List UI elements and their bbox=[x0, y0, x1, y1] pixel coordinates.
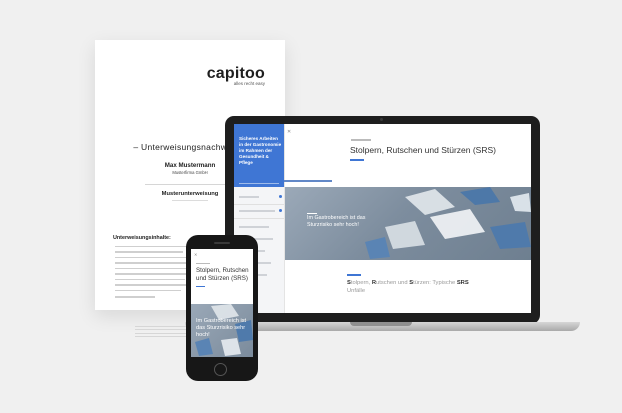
title-accent bbox=[350, 159, 364, 161]
hero-image-broken-plate: Im Gastrobereich ist das Sturzrisiko seh… bbox=[191, 304, 253, 357]
home-button[interactable] bbox=[214, 363, 227, 376]
phone-speaker bbox=[214, 242, 230, 244]
close-icon[interactable]: ✕ bbox=[287, 129, 291, 135]
sidebar-active-indicator bbox=[284, 180, 332, 182]
section-accent bbox=[347, 274, 361, 276]
contents-heading: Unterweisungsinhalte: bbox=[113, 235, 171, 241]
heading-part: türzen: Typische bbox=[413, 280, 457, 286]
hero-image-broken-plate: Im Gastrobereich ist das Sturzrisiko seh… bbox=[285, 187, 531, 260]
breadcrumb bbox=[351, 139, 371, 141]
contents-list bbox=[115, 246, 195, 302]
srs-abbr: SRS bbox=[456, 280, 469, 286]
heading-part: tolpern, bbox=[350, 280, 372, 286]
sidebar-item[interactable] bbox=[239, 210, 275, 212]
breadcrumb bbox=[196, 263, 210, 265]
product-mockup-scene: capitoo alles recht easy – Unterweisungs… bbox=[0, 0, 622, 413]
progress-bar bbox=[239, 183, 279, 184]
webcam bbox=[380, 118, 383, 121]
lesson-title: Stolpern, Rutschen und Stürzen (SRS) bbox=[350, 145, 496, 155]
laptop: Sicheres Arbeiten in der Gastronomie im … bbox=[225, 116, 540, 324]
lesson-title: Stolpern, Rutschen und Stürzen (SRS) bbox=[196, 267, 249, 282]
title-accent bbox=[196, 286, 205, 288]
hero-accent bbox=[307, 213, 317, 214]
phone-screen: ✕ Stolpern, Rutschen und Stürzen (SRS) I… bbox=[191, 249, 253, 357]
laptop-screen: Sicheres Arbeiten in der Gastronomie im … bbox=[234, 124, 531, 313]
heading-part: Unfälle bbox=[347, 287, 366, 294]
smartphone: ✕ Stolpern, Rutschen und Stürzen (SRS) I… bbox=[186, 235, 258, 381]
hero-caption: Im Gastrobereich ist das Sturzrisiko seh… bbox=[307, 215, 366, 229]
capitoo-logo: capitoo alles recht easy bbox=[207, 65, 265, 86]
sidebar-item-status-icon bbox=[279, 209, 282, 212]
sidebar-item-status-icon bbox=[279, 195, 282, 198]
laptop-notch bbox=[350, 322, 412, 326]
section-heading: Stolpern, Rutschen und Stürzen: Typische… bbox=[347, 280, 487, 295]
close-icon[interactable]: ✕ bbox=[194, 252, 197, 257]
sidebar-divider bbox=[234, 218, 284, 219]
sidebar-divider bbox=[234, 204, 284, 205]
hero-caption: Im Gastrobereich ist das Sturzrisiko seh… bbox=[196, 318, 247, 338]
sidebar-item[interactable] bbox=[239, 226, 269, 228]
heading-part: utschen und bbox=[376, 280, 410, 286]
sidebar-item[interactable] bbox=[239, 196, 259, 198]
sidebar-header: Sicheres Arbeiten in der Gastronomie im … bbox=[234, 124, 284, 187]
course-title: Sicheres Arbeiten in der Gastronomie im … bbox=[239, 136, 282, 165]
